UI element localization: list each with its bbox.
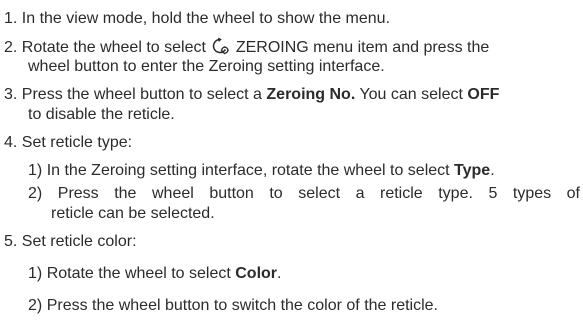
bold-term-zeroing-no: Zeroing No. <box>266 86 356 103</box>
step-number: 4. <box>4 134 18 151</box>
step-5-sub-2: 2) Press the wheel button to switch the … <box>28 296 438 316</box>
substep-number: 1) <box>28 265 43 282</box>
zeroing-icon <box>211 37 230 55</box>
step-text: menu item and press the <box>313 39 490 56</box>
step-4-sub-2-continued: reticle can be selected. <box>51 204 215 224</box>
step-number: 5. <box>4 233 18 250</box>
step-3: 3. Press the wheel button to select a Ze… <box>4 85 499 105</box>
substep-text: Press the wheel button to switch the col… <box>46 297 438 314</box>
step-5: 5. Set reticle color: <box>4 232 137 252</box>
step-text: In the view mode, hold the wheel to show… <box>21 10 391 27</box>
bold-term-type: Type <box>454 162 491 179</box>
step-text: wheel button to enter the Zeroing settin… <box>28 58 385 75</box>
substep-text: reticle can be selected. <box>51 205 215 222</box>
step-text: Press the wheel button to select a <box>21 86 262 103</box>
substep-text: Rotate the wheel to select <box>46 265 231 282</box>
step-text: Set reticle color: <box>21 233 137 250</box>
step-number: 2. <box>4 39 18 56</box>
step-3-continued: to disable the reticle. <box>28 105 175 125</box>
step-number: 1. <box>4 10 18 27</box>
step-text: You can select <box>359 86 463 103</box>
step-1: 1. In the view mode, hold the wheel to s… <box>4 9 390 29</box>
substep-number: 1) <box>28 162 43 179</box>
substep-end: . <box>490 162 495 179</box>
step-text: Set reticle type: <box>21 134 133 151</box>
step-text: Rotate the wheel to select <box>21 39 206 56</box>
substep-number: 2) <box>28 185 43 202</box>
substep-text: Press the wheel button to select a retic… <box>57 185 581 202</box>
substep-end: . <box>277 265 282 282</box>
step-number: 3. <box>4 86 18 103</box>
step-text: to disable the reticle. <box>28 106 175 123</box>
step-4-sub-1: 1) In the Zeroing setting interface, rot… <box>28 161 495 181</box>
step-4-sub-2: 2) Press the wheel button to select a re… <box>28 184 580 204</box>
step-2-continued: wheel button to enter the Zeroing settin… <box>28 57 385 77</box>
bold-term-off: OFF <box>467 86 500 103</box>
step-5-sub-1: 1) Rotate the wheel to select Color. <box>28 264 281 284</box>
step-2: 2. Rotate the wheel to select ZEROING me… <box>4 37 489 57</box>
bold-term-color: Color <box>235 265 278 282</box>
substep-text: In the Zeroing setting interface, rotate… <box>46 162 450 179</box>
substep-number: 2) <box>28 297 43 314</box>
menu-item-zeroing: ZEROING <box>235 39 309 56</box>
step-4: 4. Set reticle type: <box>4 133 132 153</box>
